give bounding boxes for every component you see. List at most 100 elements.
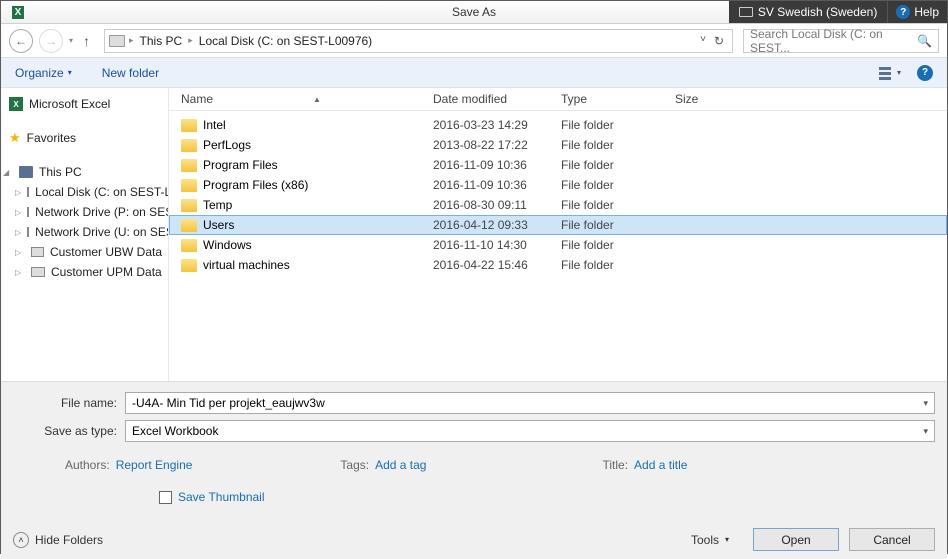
file-date: 2016-11-09 10:36 [433, 178, 561, 192]
file-date: 2016-03-23 14:29 [433, 118, 561, 132]
expand-icon[interactable]: ▷ [15, 268, 25, 277]
pc-icon [19, 166, 33, 178]
column-headers: Name ▲ Date modified Type Size [169, 88, 947, 111]
breadcrumb-drive[interactable]: Local Disk (C: on SEST-L00976) [197, 34, 374, 48]
tags-value[interactable]: Add a tag [375, 458, 426, 472]
file-row[interactable]: PerfLogs2013-08-22 17:22File folder [169, 135, 947, 155]
sidebar: X Microsoft Excel ★ Favorites ◢ This PC … [1, 88, 169, 381]
cancel-button[interactable]: Cancel [849, 528, 935, 551]
search-input[interactable]: Search Local Disk (C: on SEST... 🔍 [743, 29, 939, 53]
file-date: 2016-11-10 14:30 [433, 238, 561, 252]
sidebar-excel[interactable]: X Microsoft Excel [1, 94, 168, 114]
expand-icon[interactable]: ◢ [3, 168, 13, 177]
file-date: 2016-11-09 10:36 [433, 158, 561, 172]
new-folder-button[interactable]: New folder [102, 66, 159, 80]
file-type: File folder [561, 158, 675, 172]
sidebar-excel-label: Microsoft Excel [29, 97, 110, 111]
file-row[interactable]: Program Files (x86)2016-11-09 10:36File … [169, 175, 947, 195]
file-row[interactable]: Windows 2016-11-10 14:30File folder [169, 235, 947, 255]
file-row[interactable]: Intel2016-03-23 14:29File folder [169, 115, 947, 135]
file-type: File folder [561, 198, 675, 212]
sidebar-drive-item[interactable]: ▷Network Drive (P: on SEST-L00976) [1, 202, 168, 222]
authors-label: Authors: [65, 458, 110, 472]
expand-icon[interactable]: ▷ [15, 188, 21, 197]
tools-dropdown[interactable]: Tools ▾ [691, 533, 729, 547]
file-type: File folder [561, 238, 675, 252]
chevron-right-icon: ▸ [188, 35, 193, 46]
file-type: File folder [561, 138, 675, 152]
savetype-select[interactable]: Excel Workbook ▾ [125, 420, 935, 442]
file-row[interactable]: virtual machines2016-04-22 15:46File fol… [169, 255, 947, 275]
expand-icon[interactable]: ▷ [15, 228, 21, 237]
title-label: Title: [602, 458, 628, 472]
expand-icon[interactable]: ▷ [15, 208, 21, 217]
file-row[interactable]: Program Files2016-11-09 10:36File folder [169, 155, 947, 175]
chevron-down-icon[interactable]: ▾ [923, 398, 928, 409]
star-icon: ★ [9, 130, 21, 146]
column-name-label: Name [181, 92, 213, 106]
sidebar-drive-item[interactable]: ▷ Network Drive (U: on SEST-L00976) [1, 222, 168, 242]
drive-label: Customer UPM Data [51, 265, 162, 279]
hide-folders-button[interactable]: ˄ Hide Folders [13, 532, 103, 548]
file-row[interactable]: Temp2016-08-30 09:11File folder [169, 195, 947, 215]
column-name[interactable]: Name ▲ [181, 92, 433, 106]
file-row[interactable]: Users2016-04-12 09:33File folder [169, 215, 947, 235]
file-name: Temp [203, 198, 232, 212]
drive-label: Network Drive (U: on SEST-L00976) [35, 225, 169, 239]
chevron-down-icon: ▾ [725, 535, 729, 544]
search-icon: 🔍 [917, 34, 932, 48]
help-icon[interactable]: ? [917, 65, 933, 81]
sidebar-this-pc-label: This PC [39, 165, 82, 179]
column-size[interactable]: Size [675, 92, 755, 106]
column-date[interactable]: Date modified [433, 92, 561, 106]
drive-icon [31, 247, 44, 257]
history-dropdown-icon[interactable]: ▾ [69, 36, 73, 45]
folder-icon [181, 219, 197, 232]
file-name: Windows [203, 238, 252, 252]
save-thumbnail-label[interactable]: Save Thumbnail [178, 490, 265, 504]
chevron-right-icon: ▸ [129, 35, 134, 46]
new-folder-label: New folder [102, 66, 159, 80]
sidebar-drive-item[interactable]: ▷Customer UBW Data [1, 242, 168, 262]
filename-label: File name: [13, 396, 125, 410]
file-date: 2013-08-22 17:22 [433, 138, 561, 152]
chevron-down-icon[interactable]: ▾ [923, 426, 928, 437]
refresh-icon[interactable]: ↻ [714, 34, 724, 48]
excel-icon: X [9, 97, 23, 111]
back-button[interactable]: ← [9, 29, 33, 53]
title-value[interactable]: Add a title [634, 458, 687, 472]
main-area: X Microsoft Excel ★ Favorites ◢ This PC … [1, 88, 947, 381]
language-indicator[interactable]: SV Swedish (Sweden) [729, 1, 888, 23]
sidebar-favorites[interactable]: ★ Favorites [1, 128, 168, 148]
breadcrumb-root[interactable]: This PC [138, 34, 185, 48]
authors-value[interactable]: Report Engine [116, 458, 193, 472]
file-date: 2016-04-22 15:46 [433, 258, 561, 272]
save-thumbnail-checkbox[interactable] [159, 491, 172, 504]
organize-button[interactable]: Organize ▾ [15, 66, 72, 80]
help-button[interactable]: ? Help [888, 1, 947, 23]
up-button[interactable]: ↑ [79, 33, 94, 49]
file-name: virtual machines [203, 258, 290, 272]
open-button[interactable]: Open [753, 528, 839, 551]
drive-icon [27, 227, 29, 237]
chevron-down-icon: ▾ [68, 68, 72, 77]
sidebar-drive-item[interactable]: ▷ Customer UPM Data [1, 262, 168, 282]
view-options-button[interactable] [879, 65, 905, 81]
address-bar[interactable]: ▸ This PC ▸ Local Disk (C: on SEST-L0097… [104, 29, 733, 53]
sidebar-this-pc[interactable]: ◢ This PC [1, 162, 168, 182]
drive-icon [109, 35, 125, 47]
filename-input[interactable]: -U4A- Min Tid per projekt_eaujwv3w ▾ [125, 392, 935, 414]
help-icon: ? [896, 5, 910, 19]
search-placeholder: Search Local Disk (C: on SEST... [750, 27, 917, 55]
forward-button[interactable]: → [39, 29, 63, 53]
title-bar: X Save As SV Swedish (Sweden) ? Help [1, 1, 947, 24]
keyboard-icon [739, 7, 753, 17]
help-label: Help [914, 5, 939, 19]
chevron-down-icon[interactable]: ˅ [700, 34, 706, 48]
sidebar-drive-item[interactable]: ▷Local Disk (C: on SEST-L00976) [1, 182, 168, 202]
filename-value: -U4A- Min Tid per projekt_eaujwv3w [132, 396, 325, 410]
language-label: SV Swedish (Sweden) [758, 5, 877, 19]
expand-icon[interactable]: ▷ [15, 248, 25, 257]
savetype-label: Save as type: [13, 424, 125, 438]
column-type[interactable]: Type [561, 92, 675, 106]
